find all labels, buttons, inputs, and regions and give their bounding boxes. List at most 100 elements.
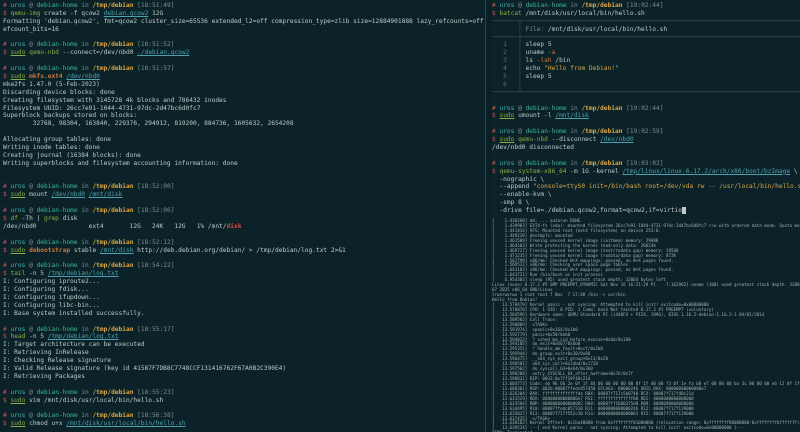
terminal-line: I: Configuring iproute2... [3,278,485,286]
terminal-line: $ sudo debootstrap stable /mnt/disk http… [3,247,485,255]
text-segment: I: Checking Release signature [3,357,111,364]
text-segment: /tmp/debian [92,326,133,333]
text-segment: /mnt/disk [100,247,134,254]
text-segment: -Th | [18,215,44,222]
text-segment: uros [10,41,25,48]
text-segment: @ [25,326,36,333]
text-segment: uros [499,2,514,9]
terminal-pane-right[interactable]: # uros @ debian-home in /tmp/debian [19:… [488,0,800,432]
text-segment: /tmp/debian [92,239,133,246]
terminal-line: mke2fs 1.47.0 (5-Feb-2023) [3,81,485,89]
text-segment: http://deb.debian.org/debian/ > /tmp/deb… [133,247,345,254]
terminal-line [3,199,485,207]
text-segment: in [78,207,93,214]
prompt-line: # uros @ debian-home in /tmp/debian [18:… [3,262,485,270]
text-segment: @ [514,2,525,9]
text-segment: /tmp/debian/log.txt [48,333,119,340]
text-segment: @ [25,389,36,396]
terminal-line: │ File: /mnt/disk/usr/local/bin/hello.sh [492,26,800,34]
text-segment: /bin [552,57,571,64]
text-segment: I: Configuring fdisk... [3,286,89,293]
text-segment: 2 [492,49,518,56]
text-segment: df [10,215,17,222]
text-segment: 6 [492,81,518,88]
text-segment: uros [10,2,25,9]
text-segment: --append [492,183,533,190]
text-segment: debian-home [37,207,78,214]
text-segment: mke2fs 1.47.0 (5-Feb-2023) [3,81,100,88]
text-segment: Creating journal (16384 blocks): done [3,152,141,159]
text-segment: --disconnect [548,136,600,143]
text-segment: │ [492,26,526,33]
text-segment: qemu-nbd [29,49,59,56]
terminal-line: --enable-kvm \ [492,191,800,199]
prompt-line: # uros @ debian-home in /tmp/debian [18:… [3,412,485,420]
text-segment: /dev/nbd0 [600,136,634,143]
text-segment: @ [25,65,36,72]
text-segment: "console=ttyS0 init=/bin/bash root=/dev/… [533,183,800,190]
terminal-line: -drive file=./debian.qcow2,format=qcow2,… [492,207,800,215]
text-segment: /tmp/debian [92,183,133,190]
terminal-line: I: Retrieving InRelease [3,349,485,357]
text-segment: create -f qcow2 [40,10,103,17]
text-segment: disk [59,215,78,222]
text-segment: /dev/nbd0 [51,191,85,198]
text-segment: [18:51:57] [133,65,174,72]
text-segment: @ [25,262,36,269]
text-segment: I: Configuring ifupdown... [3,294,100,301]
text-segment: │ [518,81,525,88]
text-segment: 3 [492,57,518,64]
terminal-window: # uros @ debian-home in /tmp/debian [18:… [0,0,800,432]
text-segment: in [78,65,93,72]
text-segment: --connect=/dev/nbd0 [59,49,137,56]
terminal-line: Writing superblocks and filesystem accou… [3,160,485,168]
text-segment: [18:51:49] [133,2,174,9]
text-segment: debian-home [37,65,78,72]
text-segment: 4 [492,65,518,72]
text-segment: 12G [148,10,163,17]
text-segment: [18:55:17] [133,326,174,333]
text-segment: sleep 5 [526,73,552,80]
text-segment: in [78,326,93,333]
terminal-line: -nographic \ [492,176,800,184]
text-segment: [19:02:44] [622,2,663,9]
prompt-line: # uros @ debian-home in /tmp/debian [18:… [3,326,485,334]
text-segment: /tmp/debian [92,262,133,269]
text-segment: tail [10,270,25,277]
text-segment: uros [10,262,25,269]
text-segment: sudo [10,247,25,254]
text-segment: -drive file=./debian.qcow2,format=qcow2,… [492,207,682,214]
text-segment: @ [514,160,525,167]
text-segment: @ [514,128,525,135]
terminal-line: $ qemu-system-x86_64 -m 1G -kernel /tmp/… [492,168,800,176]
prompt-line: # uros @ debian-home in /tmp/debian [19:… [492,2,800,10]
text-segment: [18:52:00] [133,183,174,190]
terminal-line: /dev/nbd0 ext4 12G 24K 12G 1% /mnt/disk [3,223,485,231]
text-segment: /dev/nbd0 ext4 12G 24K 12G 1% /mnt/ [3,223,227,230]
text-segment: uros [10,183,25,190]
terminal-line: ───────┴────────────────────────────────… [492,89,800,97]
text-segment: I: Base system installed successfully. [3,310,145,317]
text-segment: -a [548,49,555,56]
text-segment: uros [10,207,25,214]
text-segment: batcat [499,10,521,17]
text-segment: Allocating group tables: done [3,136,111,143]
terminal-line: 4 │ echo "Hello from Debian!" [492,65,800,73]
terminal-line: Superblock backups stored on blocks: [3,112,485,120]
terminal-line: $ sudo qemu-nbd --disconnect /dev/nbd0 [492,136,800,144]
text-segment: "Hello from Debian!" [544,65,619,72]
text-segment: debian-home [526,105,567,112]
prompt-line: # uros @ debian-home in /tmp/debian [19:… [492,105,800,113]
text-segment: /mnt/disk [555,112,589,119]
terminal-line: $ sudo umount -l /mnt/disk [492,112,800,120]
text-segment: debootstrap [29,247,70,254]
text-segment: sudo [10,49,25,56]
terminal-line: I: Base system installed successfully. [3,310,485,318]
terminal-line: efcount_bits=16 [3,26,485,34]
text-segment: /tmp/debian [92,41,133,48]
text-segment: ls [526,57,537,64]
text-segment: @ [25,207,36,214]
text-segment: │ [518,41,525,48]
text-segment: sudo [10,420,25,427]
terminal-pane-left[interactable]: # uros @ debian-home in /tmp/debian [18:… [0,0,485,432]
